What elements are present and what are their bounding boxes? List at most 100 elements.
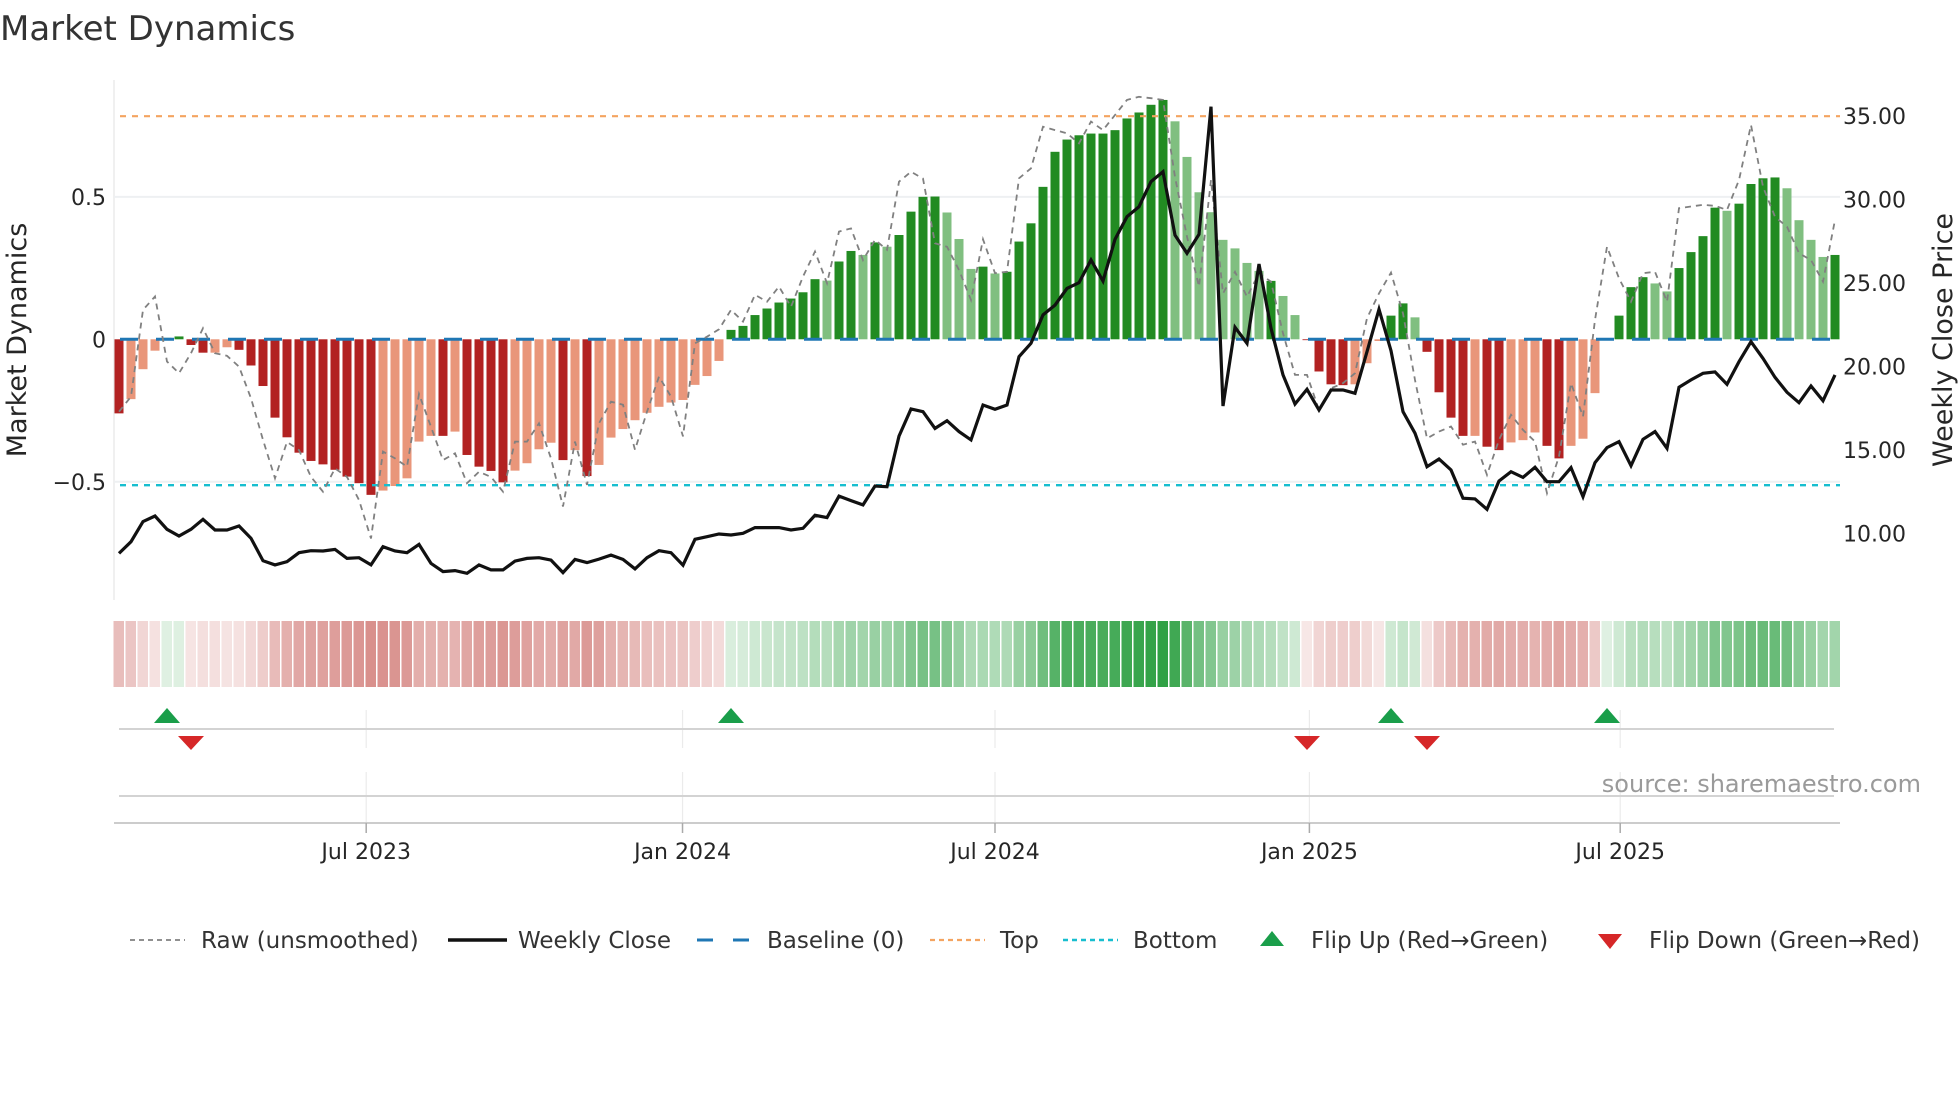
dynamics-bar [918,196,928,340]
dynamics-bar [594,339,604,465]
heat-cell [689,621,700,687]
dynamics-bar [630,339,640,421]
dynamics-bar [570,339,580,451]
left-tick-label: 0 [92,328,106,353]
heat-cell [497,621,508,687]
dynamics-bar [1410,317,1420,340]
heat-cell [665,621,676,687]
heat-cell [1541,621,1552,687]
dynamics-bar [882,246,892,340]
heat-cell [293,621,304,687]
heat-cell [1157,621,1168,687]
dynamics-bar [414,339,424,442]
heat-cell [725,621,736,687]
heat-cell [641,621,652,687]
heat-cell [1505,621,1516,687]
dynamics-bar [702,339,712,377]
heat-cell [701,621,712,687]
heat-cell [1229,621,1240,687]
heat-strip [113,621,1840,687]
left-tick-label: −0.5 [53,471,106,496]
dynamics-bar [1146,104,1156,340]
heat-cell [1637,621,1648,687]
heat-cell [1349,621,1360,687]
dynamics-bar [1206,212,1216,340]
heat-cell [1673,621,1684,687]
heat-cell [1493,621,1504,687]
heat-cell [473,621,484,687]
heat-cell [821,621,832,687]
dynamics-bar [858,254,868,340]
dynamics-bar [1722,210,1732,340]
legend-item-top: Top [930,928,1039,954]
legend-item-bottom: Bottom [1063,928,1217,954]
legend-item-flipup: Flip Up (Red→Green) [1260,928,1548,954]
legend-label: Bottom [1133,928,1217,954]
x-axis: Jul 2023 Jan 2024 Jul 2024 Jan 2025 Jul 2025 [114,822,1840,865]
heat-cell [737,621,748,687]
dynamics-bar [282,339,292,438]
dynamics-bar [1566,339,1576,446]
heat-cell [929,621,940,687]
dynamics-bar [1074,135,1084,340]
dynamics-bar [1098,133,1108,340]
heat-cell [1469,621,1480,687]
legend-item-close: Weekly Close [448,928,671,954]
heat-cell [845,621,856,687]
heat-cell [917,621,928,687]
heat-cell [425,621,436,687]
dynamics-bar [1734,203,1744,340]
legend-item-baseline: Baseline (0) [697,928,904,954]
heat-cell [1685,621,1696,687]
heat-cell [1769,621,1780,687]
heat-cell [1577,621,1588,687]
dynamics-bar [1338,339,1348,386]
dynamics-bar [234,339,244,350]
dynamics-bar [150,339,160,351]
heat-cell [809,621,820,687]
heat-cell [581,621,592,687]
flip-up-marker [1378,708,1404,723]
right-tick-label: 10.00 [1843,522,1906,547]
right-tick-label: 15.00 [1843,439,1906,464]
dynamics-bar [258,339,268,387]
right-tick-label: 30.00 [1843,188,1906,213]
dynamics-bar [1794,220,1804,340]
heat-cell [905,621,916,687]
flip-up-marker [1594,708,1620,723]
dynamics-bar [1434,339,1444,393]
dynamics-bar [606,339,616,438]
dynamics-bar [138,339,148,370]
heat-cell [1253,621,1264,687]
heat-cell [305,621,316,687]
right-axis-ticks: 35.00 30.00 25.00 20.00 15.00 10.00 [1843,105,1906,548]
dynamics-bar [474,339,484,467]
heat-cell [749,621,760,687]
heat-cell [1601,621,1612,687]
dynamics-bar [834,261,844,340]
heat-cell [785,621,796,687]
heat-cell [1625,621,1636,687]
left-axis-label: Market Dynamics [2,223,33,458]
heat-cell [677,621,688,687]
heat-cell [317,621,328,687]
dynamics-bar [930,196,940,340]
heat-cell [1745,621,1756,687]
heat-cell [593,621,604,687]
heat-cell [533,621,544,687]
heat-cell [113,621,124,687]
dynamics-bar [822,280,832,340]
left-tick-label: 0.5 [71,186,106,211]
heat-cell [1121,621,1132,687]
dynamics-bar [1674,268,1684,340]
heat-cell [977,621,988,687]
heat-cell [413,621,424,687]
dynamics-bar [846,250,856,340]
dynamics-bar [1470,339,1480,436]
heat-cell [1109,621,1120,687]
dynamics-bar [1326,339,1336,385]
heat-cell [605,621,616,687]
heat-cell [869,621,880,687]
dynamics-bar [390,339,400,487]
heat-cell [281,621,292,687]
